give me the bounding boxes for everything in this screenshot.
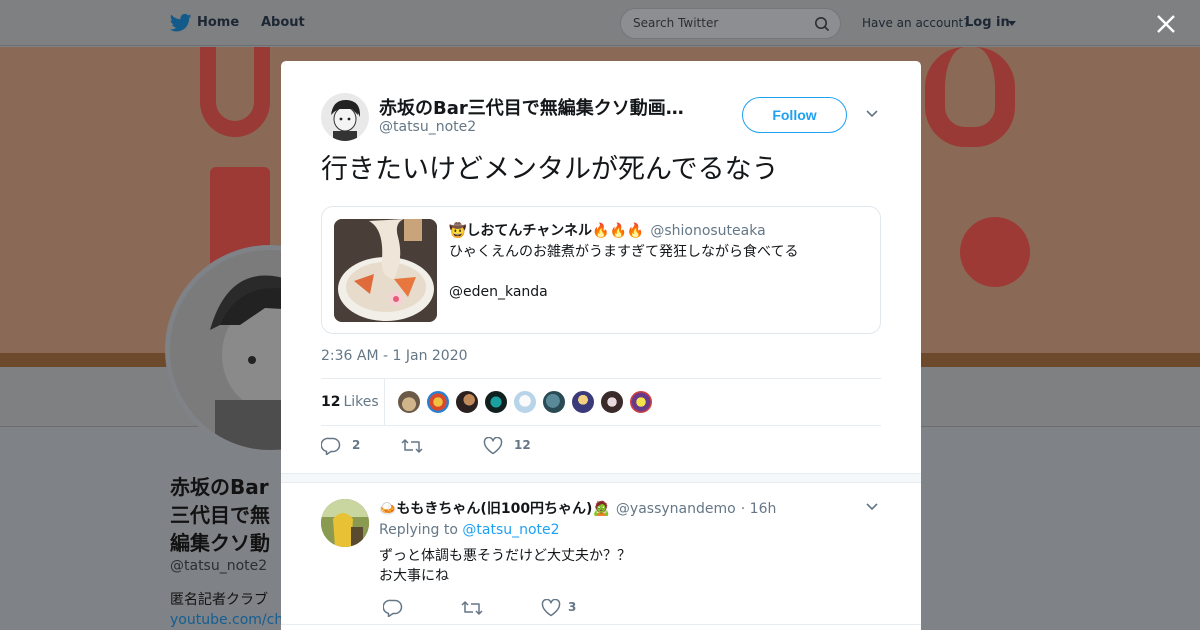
tweet-actions: 2 12 xyxy=(321,434,881,458)
reply-author-name[interactable]: ももきちゃん(旧100円ちゃん) xyxy=(396,501,592,517)
likes-number: 12 xyxy=(321,394,341,410)
like-button[interactable]: 12 xyxy=(483,434,543,458)
profile-bio-link[interactable]: youtube.com/ch xyxy=(170,612,282,628)
author-avatar[interactable] xyxy=(321,93,369,141)
retweet-button[interactable] xyxy=(461,596,511,620)
quoted-tweet-header: 🤠しおてんチャンネル🔥🔥🔥 @shionosuteaka xyxy=(449,220,766,240)
liker-avatar[interactable] xyxy=(542,390,566,414)
follow-button[interactable]: Follow xyxy=(742,97,847,133)
nav-home-link[interactable]: Home xyxy=(197,15,239,30)
liker-avatar[interactable] xyxy=(571,390,595,414)
ozoni-photo xyxy=(334,219,437,322)
profile-handle[interactable]: @tatsu_note2 xyxy=(170,558,267,574)
reply-actions: 3 xyxy=(379,596,859,620)
reply-header: 🍛ももきちゃん(旧100円ちゃん)🧟 @yassynandemo · 16h xyxy=(379,498,776,518)
search-icon[interactable] xyxy=(814,16,830,32)
section-separator xyxy=(281,473,921,483)
reply-author-handle[interactable]: @yassynandemo xyxy=(616,501,736,517)
likes-bar: 12 Likes xyxy=(321,378,881,426)
liker-avatar[interactable] xyxy=(397,390,421,414)
twitter-bird-icon[interactable] xyxy=(170,13,192,33)
replying-to-label: Replying to xyxy=(379,522,458,538)
profile-bio: 匿名記者クラブ youtube.com/ch xyxy=(170,590,282,630)
reply-tweet[interactable]: 🍛ももきちゃん(旧100円ちゃん)🧟 @yassynandemo · 16h Re… xyxy=(281,483,921,630)
reply-avatar-illustration xyxy=(321,499,369,547)
like-count: 12 xyxy=(514,438,531,452)
reply-icon xyxy=(321,437,341,455)
curry-emoji-icon: 🍛 xyxy=(379,501,397,517)
zombie-emoji-icon: 🧟 xyxy=(592,501,610,517)
liker-avatar[interactable] xyxy=(513,390,537,414)
like-count: 3 xyxy=(568,600,577,614)
reply-button[interactable]: 2 xyxy=(321,434,371,458)
replying-to: Replying to @tatsu_note2 xyxy=(379,522,560,538)
search-box[interactable]: Search Twitter xyxy=(620,8,841,39)
search-placeholder: Search Twitter xyxy=(633,16,719,30)
reply-text: ずっと体調も悪そうだけど大丈夫か？？ お大事にね xyxy=(379,548,631,584)
replying-to-link[interactable]: @tatsu_note2 xyxy=(462,522,559,538)
likes-label: Likes xyxy=(343,394,379,410)
heart-icon xyxy=(483,437,503,455)
banner-graphic xyxy=(200,47,270,137)
quoted-tweet-text: ひゃくえんのお雑煮がうますぎて発狂しながら食べてる @eden_kanda xyxy=(449,244,799,300)
retweet-icon xyxy=(401,439,423,453)
liker-avatar[interactable] xyxy=(629,390,653,414)
quoted-author-handle[interactable]: @shionosuteaka xyxy=(650,223,765,239)
liker-avatar[interactable] xyxy=(600,390,624,414)
top-navigation: Home About Search Twitter Have an accoun… xyxy=(0,0,1200,46)
retweet-icon xyxy=(461,601,483,615)
reply-icon xyxy=(383,599,403,617)
cowboy-emoji-icon: 🤠 xyxy=(449,223,467,239)
divider xyxy=(384,379,385,425)
quoted-tweet[interactable]: 🤠しおてんチャンネル🔥🔥🔥 @shionosuteaka ひゃくえんのお雑煮がうま… xyxy=(321,206,881,334)
liker-avatar[interactable] xyxy=(426,390,450,414)
heart-icon xyxy=(541,599,561,617)
login-link[interactable]: Log in xyxy=(965,15,1010,30)
tweet-modal: 赤坂のBar三代目で無編集クソ動画… @tatsu_note2 Follow 行… xyxy=(281,61,921,630)
tweet-timestamp[interactable]: 2:36 AM - 1 Jan 2020 xyxy=(321,348,468,364)
like-button[interactable]: 3 xyxy=(541,596,591,620)
tweet-text: 行きたいけどメンタルが死んでるなう xyxy=(321,154,779,185)
quoted-author-name[interactable]: しおてんチャンネル xyxy=(466,223,592,239)
author-avatar-illustration xyxy=(321,93,369,141)
retweet-button[interactable] xyxy=(401,434,451,458)
likes-count[interactable]: 12 Likes xyxy=(321,394,379,410)
have-account-text: Have an account? xyxy=(862,16,970,30)
chevron-down-icon[interactable] xyxy=(865,109,879,119)
quoted-tweet-image[interactable] xyxy=(334,219,437,322)
login-caret-icon[interactable] xyxy=(1008,21,1016,26)
close-icon[interactable] xyxy=(1155,13,1177,35)
liker-avatar[interactable] xyxy=(455,390,479,414)
nav-about-link[interactable]: About xyxy=(261,15,305,30)
author-handle[interactable]: @tatsu_note2 xyxy=(379,119,476,135)
reply-author-avatar[interactable] xyxy=(321,499,369,547)
author-name[interactable]: 赤坂のBar三代目で無編集クソ動画… xyxy=(379,94,689,120)
banner-graphic xyxy=(925,47,1015,147)
profile-bio-text: 匿名記者クラブ xyxy=(170,592,268,608)
liker-avatar[interactable] xyxy=(484,390,508,414)
reply-count: 2 xyxy=(352,438,361,452)
divider xyxy=(281,624,921,625)
banner-graphic xyxy=(960,217,1030,287)
reply-time[interactable]: · 16h xyxy=(741,501,777,517)
chevron-down-icon[interactable] xyxy=(865,502,879,512)
profile-display-name: 赤坂のBar三代目で無編集クソ動画を撮るトタツノリ xyxy=(170,475,270,555)
fire-emoji-icon: 🔥🔥🔥 xyxy=(592,223,645,239)
reply-button[interactable] xyxy=(383,596,433,620)
